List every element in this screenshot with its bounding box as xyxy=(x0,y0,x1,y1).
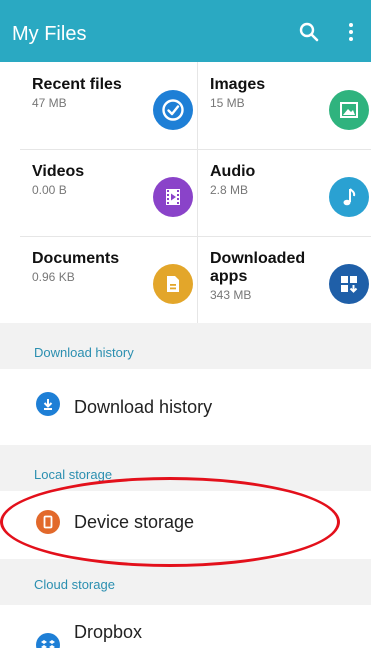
music-note-icon xyxy=(329,177,369,217)
tile-title-line-1: Downloaded xyxy=(210,250,306,267)
tile-documents[interactable]: Documents 0.96 KB xyxy=(20,236,205,323)
app-bar: My Files xyxy=(0,0,371,62)
download-icon xyxy=(36,392,60,416)
page-title: My Files xyxy=(12,23,87,45)
tile-size: 15 MB xyxy=(210,96,245,110)
row-label: Download history xyxy=(74,397,213,417)
dropbox-item[interactable]: Dropbox xyxy=(0,605,371,648)
tile-title: Videos xyxy=(32,163,85,180)
more-vert-icon[interactable] xyxy=(346,22,356,42)
document-icon xyxy=(153,264,193,304)
tile-recent-files[interactable]: Recent files 47 MB xyxy=(20,62,205,149)
tile-size: 343 MB xyxy=(210,288,252,302)
tile-title: Downloaded apps xyxy=(210,250,305,286)
tile-title: Audio xyxy=(210,163,256,180)
row-label: Dropbox xyxy=(74,622,143,642)
phone-icon xyxy=(36,510,60,534)
section-header-local-storage: Local storage xyxy=(0,445,371,491)
tile-title-line-2: apps xyxy=(210,268,248,285)
tile-title: Recent files xyxy=(32,76,122,93)
clock-icon xyxy=(153,90,193,130)
grid-divider-vertical xyxy=(197,62,198,324)
tile-size: 0.00 B xyxy=(32,183,67,197)
section-label: Cloud storage xyxy=(34,577,115,592)
tile-size: 2.8 MB xyxy=(210,183,249,197)
image-icon xyxy=(329,90,369,130)
category-grid: Recent files 47 MB Images 15 MB Videos 0… xyxy=(0,62,371,323)
apps-download-icon xyxy=(329,264,369,304)
section-label: Download history xyxy=(34,345,134,360)
download-history-item[interactable]: Download history xyxy=(0,369,371,445)
grid-divider xyxy=(20,149,371,150)
tile-title: Documents xyxy=(32,250,120,267)
device-storage-item[interactable]: Device storage xyxy=(0,491,371,559)
tile-videos[interactable]: Videos 0.00 B xyxy=(20,149,205,236)
tile-title: Images xyxy=(210,76,266,93)
section-label: Local storage xyxy=(34,467,113,482)
tile-downloaded-apps[interactable]: Downloaded apps 343 MB xyxy=(198,236,371,323)
film-icon xyxy=(153,177,193,217)
section-header-download-history: Download history xyxy=(0,323,371,369)
search-icon[interactable] xyxy=(299,22,319,42)
tile-size: 47 MB xyxy=(32,96,67,110)
tile-size: 0.96 KB xyxy=(32,270,75,284)
row-label: Device storage xyxy=(74,512,195,532)
tile-images[interactable]: Images 15 MB xyxy=(198,62,371,149)
grid-divider xyxy=(20,236,371,237)
dropbox-icon xyxy=(36,633,60,648)
tile-audio[interactable]: Audio 2.8 MB xyxy=(198,149,371,236)
section-header-cloud-storage: Cloud storage xyxy=(0,559,371,605)
